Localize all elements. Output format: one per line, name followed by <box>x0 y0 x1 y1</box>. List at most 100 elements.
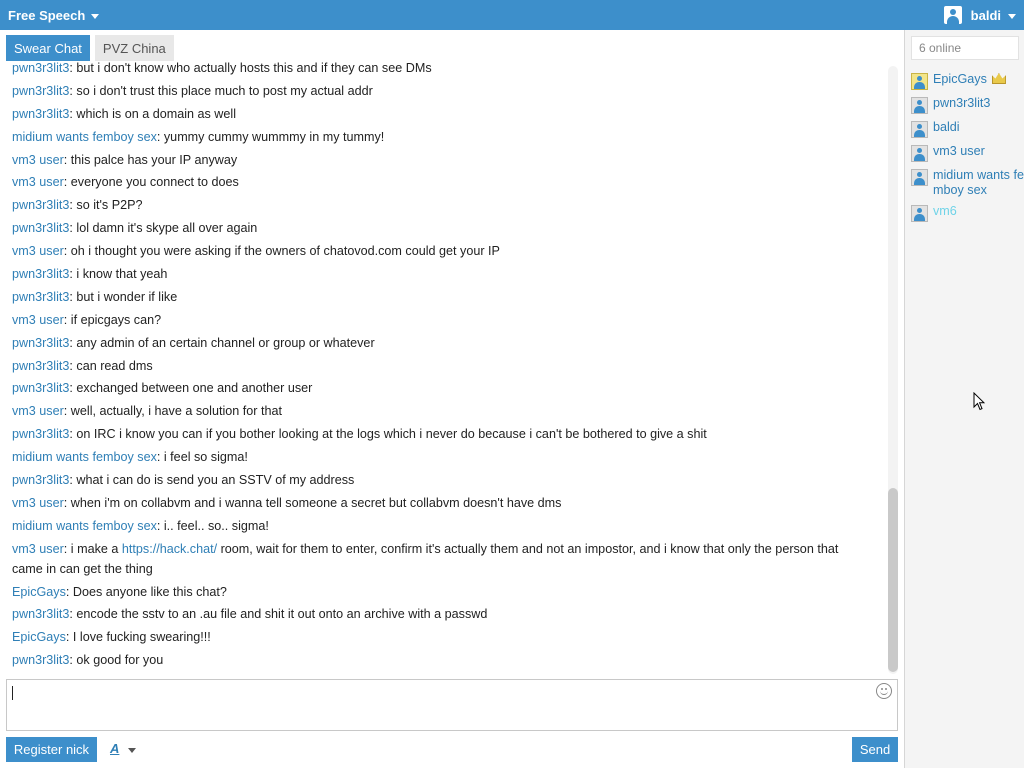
message-nick[interactable]: pwn3r3lit3 <box>12 359 69 373</box>
message-text: : this palce has your IP anyway <box>63 152 238 167</box>
tab-swear-chat[interactable]: Swear Chat <box>6 35 90 61</box>
online-user-name: pwn3r3lit3 <box>933 96 991 110</box>
scrollbar-thumb[interactable] <box>888 488 898 672</box>
chat-message: EpicGays: I love fucking swearing!!! <box>12 627 872 647</box>
user-avatar-icon <box>911 145 928 162</box>
chat-message: vm3 user: well, actually, i have a solut… <box>12 401 872 421</box>
register-nick-button[interactable]: Register nick <box>6 737 97 762</box>
user-avatar-icon <box>911 205 928 222</box>
message-text: : on IRC i know you can if you bother lo… <box>69 427 707 442</box>
message-text: : lol damn it's skype all over again <box>69 221 258 236</box>
chat-message: pwn3r3lit3: but i don't know who actuall… <box>12 62 872 78</box>
message-nick[interactable]: pwn3r3lit3 <box>12 653 69 667</box>
message-nick[interactable]: vm3 user <box>12 313 64 327</box>
chat-message: vm3 user: this palce has your IP anyway <box>12 150 872 170</box>
message-text: : oh i thought you were asking if the ow… <box>63 244 500 259</box>
message-nick[interactable]: pwn3r3lit3 <box>12 381 69 395</box>
message-text: : encode the sstv to an .au file and shi… <box>69 607 488 622</box>
chat-scrollbar[interactable] <box>888 66 898 674</box>
chat-message: pwn3r3lit3: so it's P2P? <box>12 195 872 215</box>
user-avatar-icon <box>911 97 928 114</box>
message-text: : so it's P2P? <box>69 198 143 213</box>
message-nick[interactable]: midium wants femboy sex <box>12 519 157 533</box>
online-user-item[interactable]: EpicGays <box>911 72 1024 90</box>
user-menu[interactable]: baldi <box>943 0 1016 30</box>
text-cursor <box>12 686 13 700</box>
chat-message: midium wants femboy sex: i feel so sigma… <box>12 447 872 467</box>
message-text: : well, actually, i have a solution for … <box>63 404 282 419</box>
message-nick[interactable]: EpicGays <box>12 630 66 644</box>
message-nick[interactable]: pwn3r3lit3 <box>12 267 69 281</box>
online-count: 6 online <box>911 36 1019 60</box>
message-nick[interactable]: pwn3r3lit3 <box>12 473 69 487</box>
message-nick[interactable]: midium wants femboy sex <box>12 130 157 144</box>
chevron-down-icon <box>128 748 137 753</box>
message-nick[interactable]: vm3 user <box>12 244 64 258</box>
message-text: : but i don't know who actually hosts th… <box>69 62 432 75</box>
message-nick[interactable]: vm3 user <box>12 542 64 556</box>
chat-message: pwn3r3lit3: but i wonder if like <box>12 287 872 307</box>
online-user-item[interactable]: vm3 user <box>911 144 1024 162</box>
user-avatar-icon <box>911 73 928 90</box>
message-text: : so i don't trust this place much to po… <box>69 83 373 98</box>
chat-message: pwn3r3lit3: can read dms <box>12 356 872 376</box>
user-list: EpicGays pwn3r3lit3 baldi vm3 user midium wa… <box>911 72 1024 228</box>
font-style-label: A <box>110 741 120 756</box>
online-user-name: baldi <box>933 120 960 134</box>
tab-pvz-china[interactable]: PVZ China <box>94 35 174 61</box>
message-text: : but i wonder if like <box>69 289 178 304</box>
message-link[interactable]: https://hack.chat/ <box>122 542 217 556</box>
message-nick[interactable]: pwn3r3lit3 <box>12 84 69 98</box>
online-user-name-wrap: baldi <box>933 120 960 135</box>
user-avatar-icon <box>943 6 962 24</box>
message-nick[interactable]: pwn3r3lit3 <box>12 336 69 350</box>
message-text: : exchanged between one and another user <box>69 381 313 396</box>
chat-message: vm3 user: when i'm on collabvm and i wan… <box>12 493 872 513</box>
message-text: : which is on a domain as well <box>69 106 237 121</box>
message-text: : i.. feel.. so.. sigma! <box>156 518 269 533</box>
message-text: : Does anyone like this chat? <box>65 584 227 599</box>
crown-icon <box>991 73 1006 84</box>
message-nick[interactable]: vm3 user <box>12 404 64 418</box>
room-tabs: Swear Chat PVZ China <box>6 35 179 61</box>
chevron-down-icon <box>1008 13 1016 19</box>
font-style-dropdown[interactable]: A <box>110 741 137 756</box>
online-sidebar: 6 online EpicGays pwn3r3lit3 baldi vm3 user… <box>904 30 1024 768</box>
chat-message: pwn3r3lit3: exchanged between one and an… <box>12 378 872 398</box>
message-nick[interactable]: pwn3r3lit3 <box>12 221 69 235</box>
online-user-item[interactable]: midium wants femboy sex <box>911 168 1024 198</box>
message-text: : i know that yeah <box>69 267 168 282</box>
message-list: pwn3r3lit3: but i don't know who actuall… <box>12 62 872 673</box>
message-nick[interactable]: pwn3r3lit3 <box>12 607 69 621</box>
message-nick[interactable]: pwn3r3lit3 <box>12 290 69 304</box>
chat-message: pwn3r3lit3: which is on a domain as well <box>12 104 872 124</box>
message-text: : what i can do is send you an SSTV of m… <box>69 473 355 488</box>
chat-log: pwn3r3lit3: but i don't know who actuall… <box>0 62 886 674</box>
online-user-item[interactable]: vm6 <box>911 204 1024 222</box>
message-nick[interactable]: pwn3r3lit3 <box>12 198 69 212</box>
username-label: baldi <box>970 7 1001 23</box>
online-user-name-wrap: vm6 <box>933 204 957 219</box>
online-user-item[interactable]: pwn3r3lit3 <box>911 96 1024 114</box>
message-nick[interactable]: vm3 user <box>12 153 64 167</box>
chevron-down-icon <box>91 13 100 19</box>
message-text: : everyone you connect to does <box>63 175 239 190</box>
message-text: : ok good for you <box>69 653 164 668</box>
smiley-icon[interactable] <box>876 683 892 699</box>
message-nick[interactable]: pwn3r3lit3 <box>12 62 69 75</box>
online-user-name-wrap: vm3 user <box>933 144 985 159</box>
chat-message: midium wants femboy sex: yummy cummy wum… <box>12 127 872 147</box>
message-nick[interactable]: vm3 user <box>12 496 64 510</box>
chat-message: EpicGays: Does anyone like this chat? <box>12 582 872 602</box>
message-nick[interactable]: EpicGays <box>12 585 66 599</box>
chat-brand-menu[interactable]: Free Speech <box>8 0 100 30</box>
send-button[interactable]: Send <box>852 737 898 762</box>
chat-message: pwn3r3lit3: lol damn it's skype all over… <box>12 218 872 238</box>
message-nick[interactable]: vm3 user <box>12 175 64 189</box>
message-nick[interactable]: midium wants femboy sex <box>12 450 157 464</box>
online-user-item[interactable]: baldi <box>911 120 1024 138</box>
message-input[interactable] <box>6 679 898 731</box>
message-nick[interactable]: pwn3r3lit3 <box>12 107 69 121</box>
top-bar: Free Speech baldi <box>0 0 1024 30</box>
message-nick[interactable]: pwn3r3lit3 <box>12 427 69 441</box>
